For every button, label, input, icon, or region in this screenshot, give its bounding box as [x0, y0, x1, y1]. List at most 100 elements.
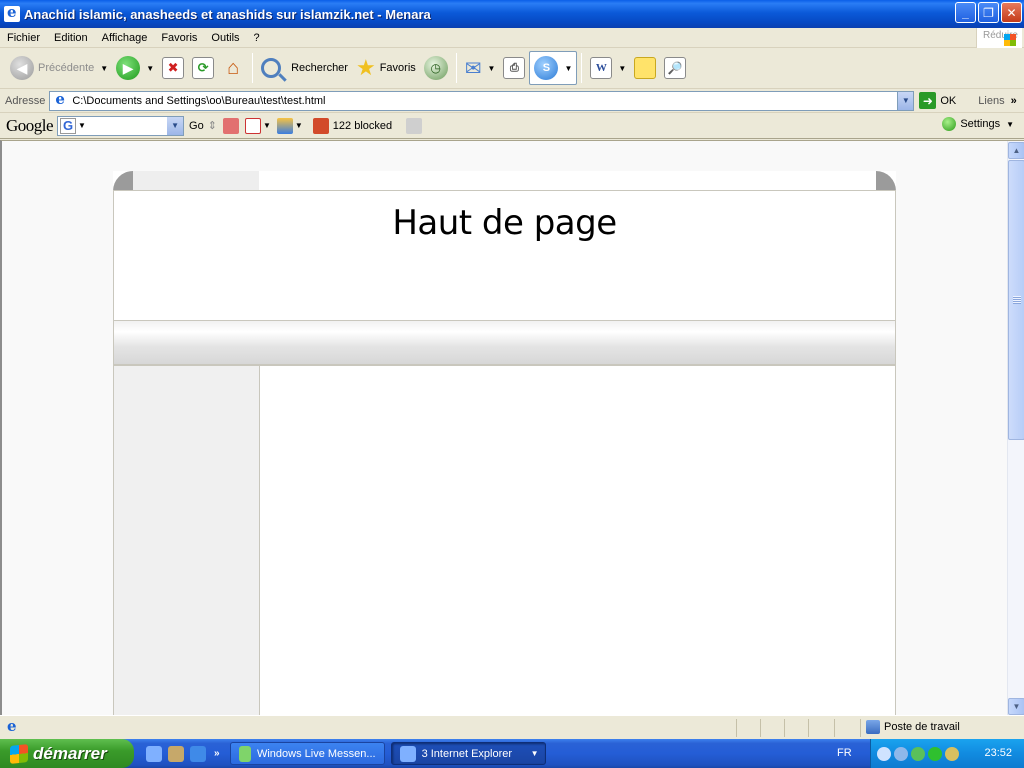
notes-button[interactable] [630, 51, 660, 85]
media-play-icon[interactable] [928, 746, 942, 761]
highlighter-icon[interactable] [406, 117, 423, 134]
scroll-down-button[interactable]: ▼ [1008, 698, 1024, 715]
status-pane [784, 719, 785, 737]
status-dot-icon [942, 117, 957, 131]
messenger-dropdown-icon[interactable]: ▼ [564, 64, 572, 73]
bookmarks-icon[interactable] [276, 117, 293, 134]
refresh-button[interactable]: ⟳ [188, 51, 218, 85]
menu-fichier[interactable]: Fichier [0, 32, 47, 44]
menu-help[interactable]: ? [247, 32, 267, 44]
edit-button[interactable]: W ▼ [586, 51, 630, 85]
scroll-up-button[interactable]: ▲ [1008, 142, 1024, 159]
menu-edition[interactable]: Edition [47, 32, 95, 44]
forward-dropdown-icon[interactable]: ▼ [146, 64, 154, 73]
start-label: démarrer [33, 743, 107, 763]
home-icon: ⌂ [227, 56, 240, 79]
media-quicklaunch-icon[interactable] [168, 745, 184, 762]
taskbar: démarrer » Windows Live Messen... 3 Inte… [0, 739, 1024, 768]
back-button[interactable]: ◀ Précédente ▼ [6, 51, 112, 85]
window-titlebar: Anachid islamic, anasheeds et anashids s… [0, 0, 1024, 28]
menu-favoris[interactable]: Favoris [154, 32, 204, 44]
messenger-button[interactable]: S ▼ [529, 51, 578, 85]
menu-outils[interactable]: Outils [204, 32, 246, 44]
toolbar-separator [252, 53, 254, 83]
task-messenger[interactable]: Windows Live Messen... [229, 742, 385, 765]
google-search-dropdown-icon[interactable]: ▼ [167, 116, 184, 135]
computer-icon [866, 720, 880, 734]
mail-button[interactable]: ✉ ▼ [461, 51, 500, 85]
address-dropdown-icon[interactable]: ▼ [897, 91, 914, 110]
close-button[interactable]: ✕ [1001, 2, 1022, 23]
page-header: Haut de page [113, 190, 896, 321]
research-icon: 🔎 [664, 57, 687, 79]
menu-affichage[interactable]: Affichage [95, 32, 155, 44]
vertical-scrollbar[interactable]: ▲ ▼ [1007, 141, 1024, 715]
address-url[interactable]: C:\Documents and Settings\oo\Bureau\test… [72, 95, 897, 107]
stop-button[interactable]: ✖ [158, 51, 188, 85]
sticky-note-icon [634, 57, 657, 79]
mail-dropdown-icon[interactable]: ▼ [488, 64, 496, 73]
google-news-icon[interactable] [222, 117, 239, 134]
print-button[interactable]: ⎙ [499, 51, 529, 85]
stop-icon: ✖ [162, 57, 185, 79]
task-group-dropdown-icon: ▼ [530, 749, 539, 758]
menu-bar: Fichier Edition Affichage Favoris Outils… [0, 28, 1024, 48]
language-indicator[interactable]: FR [837, 747, 852, 759]
maximize-button[interactable]: ❐ [978, 2, 999, 23]
quicklaunch-chevron-icon[interactable]: » [214, 748, 220, 759]
tray-expand-icon[interactable] [877, 746, 891, 761]
gmail-icon[interactable] [244, 117, 261, 134]
research-button[interactable]: 🔎 [660, 51, 690, 85]
favorites-button[interactable]: ★ Favoris [352, 51, 420, 85]
task-label: 3 Internet Explorer [421, 747, 513, 760]
popup-blocker[interactable]: 122 blocked [312, 117, 392, 134]
links-chevron-icon[interactable]: » [1011, 95, 1017, 107]
minimize-button[interactable]: _ [955, 2, 976, 23]
toolbar-separator [455, 53, 457, 83]
page-sidebar [113, 365, 260, 715]
links-button[interactable]: Liens [978, 95, 1004, 107]
search-button[interactable]: Rechercher [257, 51, 352, 85]
security-zone-label: Poste de travail [884, 721, 960, 733]
settings-button[interactable]: Settings ▼ [942, 117, 1014, 131]
volume-icon[interactable] [945, 746, 959, 761]
bookmarks-dropdown-icon[interactable]: ▼ [295, 121, 303, 130]
go-button[interactable]: ➜ OK [919, 92, 956, 109]
status-bar: Poste de travail [0, 715, 1024, 739]
ie-icon [399, 745, 416, 762]
address-input[interactable]: C:\Documents and Settings\oo\Bureau\test… [49, 90, 915, 111]
window-title: Anachid islamic, anasheeds et anashids s… [24, 6, 431, 22]
ie-quicklaunch-icon[interactable] [146, 745, 162, 762]
frame-top-sidebar-strip [133, 171, 259, 191]
google-g-dropdown-icon[interactable]: ▼ [78, 121, 86, 130]
google-logo[interactable]: Google [6, 116, 54, 136]
gmail-dropdown-icon[interactable]: ▼ [263, 121, 271, 130]
favorites-star-icon: ★ [355, 55, 376, 80]
navigation-band [113, 321, 896, 365]
messenger-tray-icon[interactable] [911, 746, 925, 761]
google-toolbar: Google G ▼ ▼ Go ⇕ ▼ ▼ 122 blocked Settin… [0, 113, 1024, 139]
start-button[interactable]: démarrer [0, 739, 134, 768]
google-separator-icon: ⇕ [207, 120, 217, 132]
task-internet-explorer[interactable]: 3 Internet Explorer ▼ [390, 742, 546, 765]
history-button[interactable]: ◷ [420, 51, 452, 85]
page-content [260, 365, 896, 715]
messenger-icon: S [534, 56, 559, 80]
home-button[interactable]: ⌂ [218, 51, 248, 85]
address-label: Adresse [5, 94, 46, 107]
edit-dropdown-icon[interactable]: ▼ [618, 64, 626, 73]
google-go-button[interactable]: Go [189, 120, 204, 132]
scroll-thumb[interactable] [1008, 160, 1024, 440]
windows-logo: Réduire [976, 28, 1022, 48]
status-pane [834, 719, 835, 737]
browser-quicklaunch-icon[interactable] [190, 745, 206, 762]
google-search-input[interactable]: G ▼ ▼ [57, 115, 185, 136]
back-dropdown-icon[interactable]: ▼ [100, 64, 108, 73]
system-tray: FR 23:52 [837, 739, 1024, 768]
network-icon[interactable] [894, 746, 908, 761]
print-icon: ⎙ [503, 57, 526, 79]
go-arrow-icon: ➜ [919, 92, 937, 109]
forward-button[interactable]: ▶ ▼ [112, 51, 158, 85]
search-icon [261, 58, 282, 78]
toolbar-separator [581, 53, 583, 83]
